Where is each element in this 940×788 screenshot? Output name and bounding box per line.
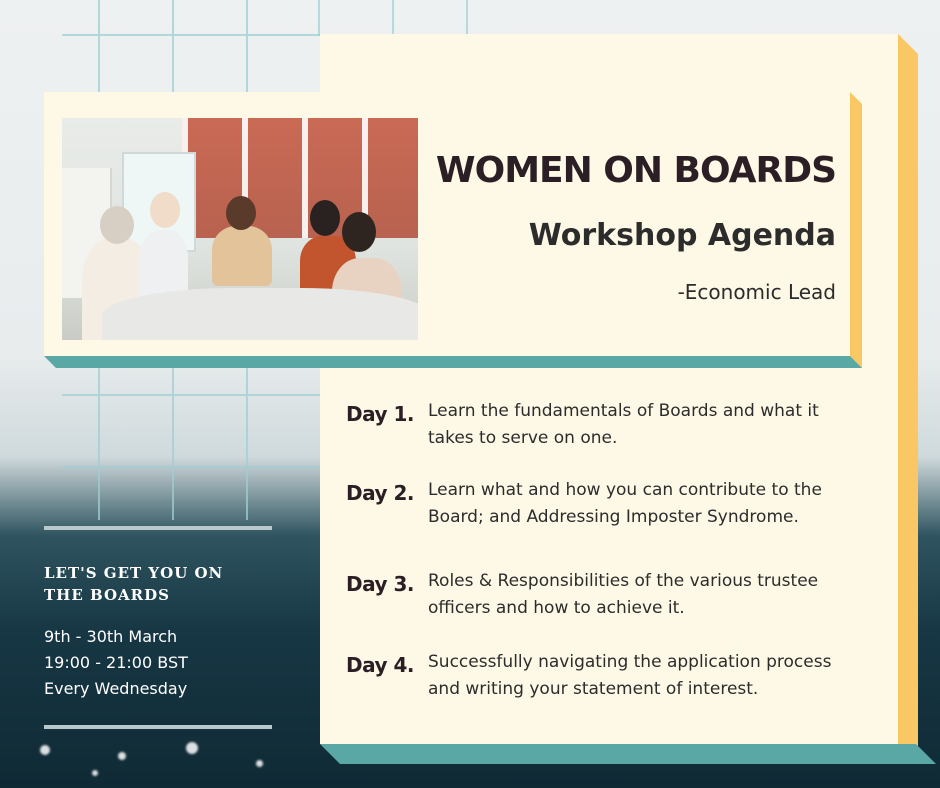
card-accent-bottom xyxy=(320,744,936,764)
bokeh-light xyxy=(92,770,98,776)
day-description: Learn the fundamentals of Boards and wha… xyxy=(428,401,819,448)
divider-bottom xyxy=(44,725,272,729)
header-accent-right xyxy=(850,92,862,368)
photo-head xyxy=(226,196,256,230)
card-accent-right xyxy=(898,34,918,764)
day-description: Successfully navigating the application … xyxy=(428,652,832,699)
photo-head xyxy=(150,192,180,228)
bokeh-light xyxy=(186,742,198,754)
day-label: Day 3. xyxy=(346,572,415,596)
day-label: Day 1. xyxy=(346,402,415,426)
agenda-item-day-3: Day 3. Roles & Responsibilities of the v… xyxy=(346,568,868,622)
agenda-item-day-1: Day 1. Learn the fundamentals of Boards … xyxy=(346,398,868,452)
meeting-photo xyxy=(62,118,418,340)
divider-top xyxy=(44,526,272,530)
bokeh-light xyxy=(40,745,50,755)
photo-head xyxy=(342,212,376,252)
day-label: Day 4. xyxy=(346,653,415,677)
background-grid-top xyxy=(300,0,540,36)
bokeh-light xyxy=(118,752,126,760)
event-dates: 9th - 30th March xyxy=(44,627,178,646)
event-frequency: Every Wednesday xyxy=(44,679,188,698)
cta-heading: LET'S GET YOU ON THE BOARDS xyxy=(44,564,224,604)
photo-head xyxy=(310,200,340,236)
day-description: Roles & Responsibilities of the various … xyxy=(428,571,819,618)
event-time: 19:00 - 21:00 BST xyxy=(44,653,188,672)
byline: -Economic Lead xyxy=(677,280,836,304)
page-title: WOMEN ON BOARDS xyxy=(435,150,837,191)
day-label: Day 2. xyxy=(346,481,415,505)
photo-table xyxy=(102,288,418,340)
agenda-item-day-4: Day 4. Successfully navigating the appli… xyxy=(346,649,868,703)
bokeh-light xyxy=(256,760,263,767)
day-description: Learn what and how you can contribute to… xyxy=(428,480,822,527)
photo-person xyxy=(212,226,272,286)
agenda-item-day-2: Day 2. Learn what and how you can contri… xyxy=(346,477,868,531)
page-subtitle: Workshop Agenda xyxy=(528,218,836,253)
photo-head xyxy=(100,206,134,244)
photo-window xyxy=(182,118,418,238)
header-accent-bottom xyxy=(44,356,862,368)
